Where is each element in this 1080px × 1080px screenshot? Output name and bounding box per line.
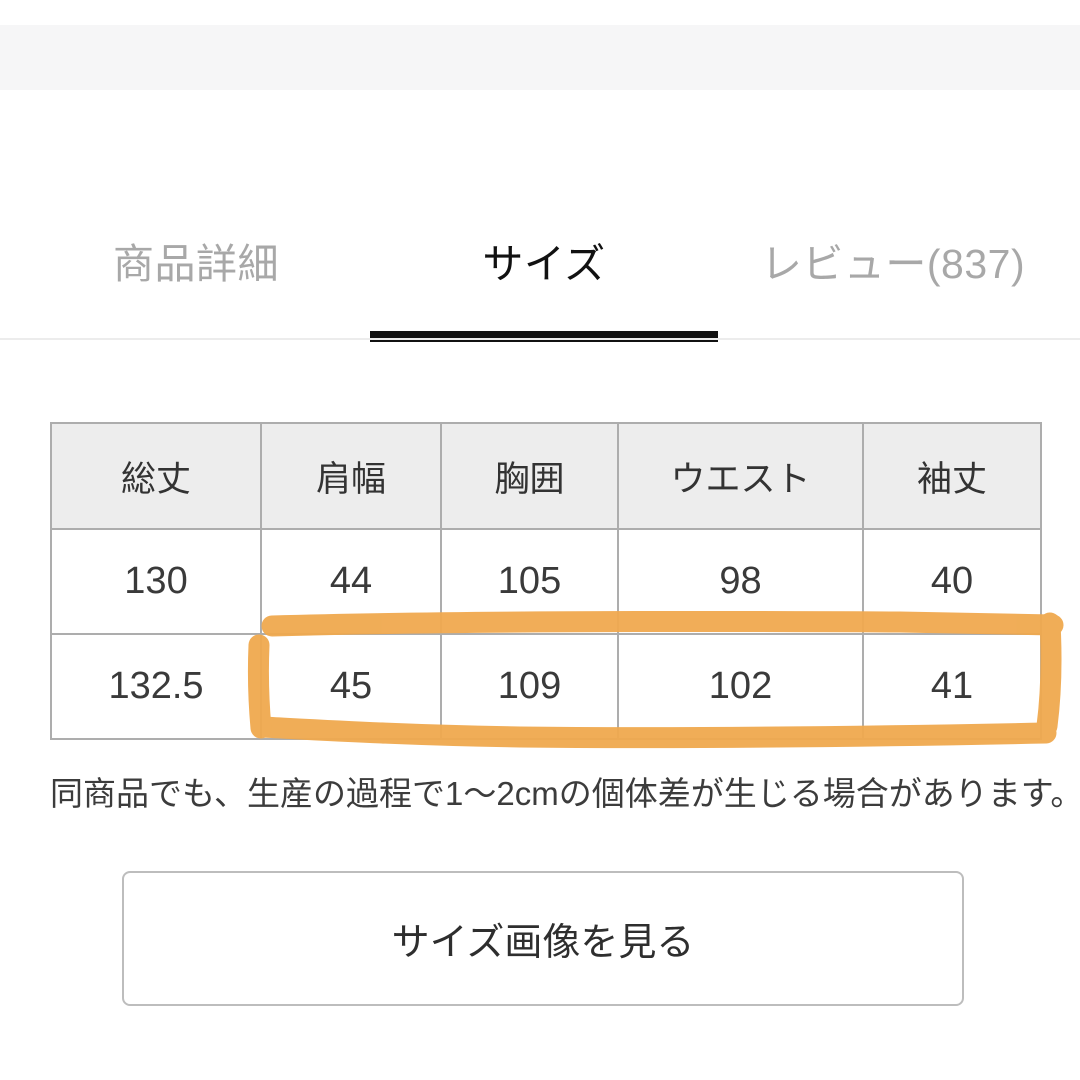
table-cell: 132.5 [50,633,262,740]
table-header-cell: 袖丈 [862,422,1042,530]
table-cell: 130 [50,528,262,635]
table-row: 132.5 45 109 102 41 [50,633,1042,740]
table-header-cell: 肩幅 [260,422,442,530]
table-cell: 44 [260,528,442,635]
top-status-band [0,25,1080,90]
table-header-cell: 総丈 [50,422,262,530]
table-header-cell: ウエスト [617,422,864,530]
tab-bar-divider [0,338,1080,340]
table-header-row: 総丈 肩幅 胸囲 ウエスト 袖丈 [50,422,1042,530]
active-tab-underline [370,331,718,342]
table-cell: 45 [260,633,442,740]
size-variance-note: 同商品でも、生産の過程で1〜2cmの個体差が生じる場合があります。 [50,775,1080,812]
table-cell: 41 [862,633,1042,740]
table-header-cell: 胸囲 [440,422,619,530]
tab-bar: 商品詳細 サイズ レビュー(837) [0,205,1080,340]
table-cell: 40 [862,528,1042,635]
size-table-container: 総丈 肩幅 胸囲 ウエスト 袖丈 130 44 105 98 40 132.5 … [50,422,1042,740]
tab-product-details[interactable]: 商品詳細 [66,205,326,315]
size-table: 総丈 肩幅 胸囲 ウエスト 袖丈 130 44 105 98 40 132.5 … [50,422,1042,740]
table-row: 130 44 105 98 40 [50,528,1042,635]
table-cell: 105 [440,528,619,635]
view-size-image-button[interactable]: サイズ画像を見る [122,871,964,1006]
tab-size[interactable]: サイズ [370,205,718,315]
table-cell: 109 [440,633,619,740]
table-cell: 102 [617,633,864,740]
tab-reviews[interactable]: レビュー(837) [752,205,1034,315]
table-cell: 98 [617,528,864,635]
